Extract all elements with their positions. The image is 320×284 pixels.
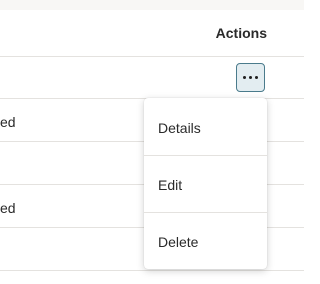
menu-item-label: Details [158,120,201,136]
table-header-row: Actions [0,10,304,57]
top-strip [0,0,304,10]
menu-item-details[interactable]: Details [144,98,267,154]
ellipsis-icon [243,76,258,79]
menu-item-edit[interactable]: Edit [144,155,267,211]
table-view: Actions ed ed Details Edit Delete [0,0,304,284]
menu-item-delete[interactable]: Delete [144,212,267,268]
menu-item-label: Delete [158,234,199,250]
row-status-text: ed [0,114,16,130]
menu-item-label: Edit [158,177,183,193]
actions-menu: Details Edit Delete [144,98,267,269]
actions-column-header: Actions [215,25,267,41]
row-status-text: ed [0,200,16,216]
more-actions-button[interactable] [236,63,265,92]
